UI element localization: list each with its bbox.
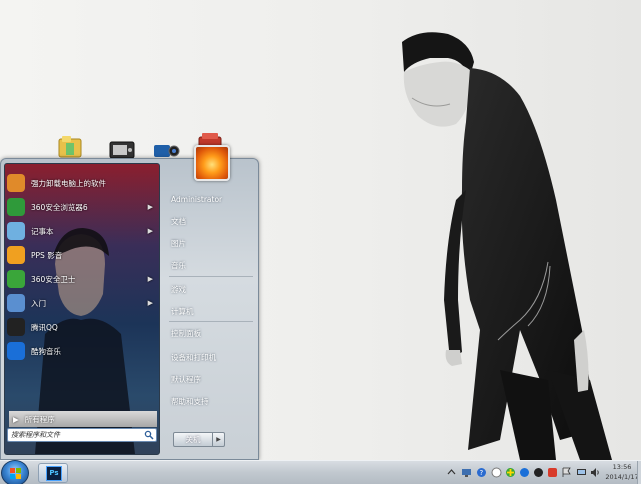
right-pane: Administrator 文档图片音乐游戏计算机控制面板设备和打印机 默认程序帮助… [163,145,259,459]
program-label: 腾讯QQ [31,322,58,332]
flag-icon[interactable] [561,467,572,478]
program-label: 360安全卫士 [31,274,76,284]
program-label: 记事本 [31,226,54,236]
right-menu-item[interactable]: 计算机 [169,305,253,319]
search-input[interactable]: 搜索程序和文件 [7,428,157,442]
program-item[interactable]: 入门 ▶ [7,292,157,314]
right-menu-item[interactable]: 设备和打印机 [169,351,253,365]
right-menu-item[interactable]: 音乐 [169,259,253,273]
start-button[interactable] [1,460,29,484]
right-menu-item[interactable]: 默认程序 [169,373,253,387]
network-icon[interactable] [461,467,472,478]
submenu-arrow-icon: ▶ [147,203,153,211]
program-item[interactable]: 360安全卫士 ▶ [7,268,157,290]
search-placeholder: 搜索程序和文件 [11,431,60,439]
show-desktop-button[interactable] [637,461,641,484]
qq-icon [7,318,25,336]
menu-separator [169,321,253,322]
shutdown-button[interactable]: 关机 [173,432,213,447]
right-menu-item[interactable]: 控制面板 [169,327,253,341]
volume-icon[interactable] [590,467,601,478]
360-tray-icon[interactable] [505,467,516,478]
clock[interactable]: 13:56 2014/1/17 [605,462,639,484]
right-menu-item[interactable]: 帮助和支持 [169,395,253,409]
uninstall-icon [7,174,25,192]
all-programs-button[interactable]: ▶ 所有程序 [9,411,157,427]
taskbar: Ps ? 13:56 2014/1/17 [0,460,641,484]
programs-pane: 强力卸载电脑上的软件 360安全浏览器6 ▶ 记事本 ▶ PPS 影音 360安全卫士 ▶ 入门… [4,163,160,455]
all-programs-label: 所有程序 [24,414,55,424]
kugou-tray-icon[interactable] [533,467,544,478]
program-item[interactable]: 强力卸载电脑上的软件 [7,172,157,194]
clock-date: 2014/1/17 [605,473,639,481]
shutdown-options-arrow[interactable]: ▶ [213,432,225,447]
submenu-arrow-icon: ▶ [147,227,153,235]
show-hidden-icons-icon[interactable] [446,467,457,478]
kugou-icon [7,342,25,360]
start-menu: 强力卸载电脑上的软件 360安全浏览器6 ▶ 记事本 ▶ PPS 影音 360安全卫士 ▶ 入门… [0,145,259,460]
windows-logo-icon [10,468,21,479]
help-icon[interactable]: ? [476,467,487,478]
program-label: 强力卸载电脑上的软件 [31,178,106,188]
program-item[interactable]: 记事本 ▶ [7,220,157,242]
program-item[interactable]: 腾讯QQ [7,316,157,338]
search-icon[interactable] [144,430,154,440]
getting-started-icon [7,294,25,312]
pps-icon [7,246,25,264]
right-menu-item[interactable]: Administrator [169,193,253,207]
security-tray-icon[interactable] [547,467,558,478]
program-item[interactable]: 酷狗音乐 [7,340,157,362]
right-menu-item[interactable]: 游戏 [169,283,253,297]
notepad-icon [7,222,25,240]
program-label: 入门 [31,298,46,308]
menu-separator [169,276,253,277]
program-item[interactable]: PPS 影音 [7,244,157,266]
right-menu-item[interactable]: 文档 [169,215,253,229]
right-menu-item[interactable]: 图片 [169,237,253,251]
monitor-icon[interactable] [576,467,587,478]
svg-text:?: ? [480,469,484,477]
user-avatar[interactable] [194,145,230,181]
360-guard-icon [7,270,25,288]
photoshop-icon: Ps [46,466,62,481]
clock-time: 13:56 [612,463,632,471]
submenu-arrow-icon: ▶ [147,299,153,307]
submenu-arrow-icon: ▶ [147,275,153,283]
360-browser-icon [7,198,25,216]
folder-icon[interactable] [56,133,84,161]
program-label: 360安全浏览器6 [31,202,88,212]
program-label: 酷狗音乐 [31,346,61,356]
program-item[interactable]: 360安全浏览器6 ▶ [7,196,157,218]
pps-tray-icon[interactable] [491,467,502,478]
qq-tray-icon[interactable] [519,467,530,478]
arrow-right-icon: ▶ [13,414,19,424]
program-label: PPS 影音 [31,250,63,260]
taskbar-photoshop-button[interactable]: Ps [38,463,68,483]
